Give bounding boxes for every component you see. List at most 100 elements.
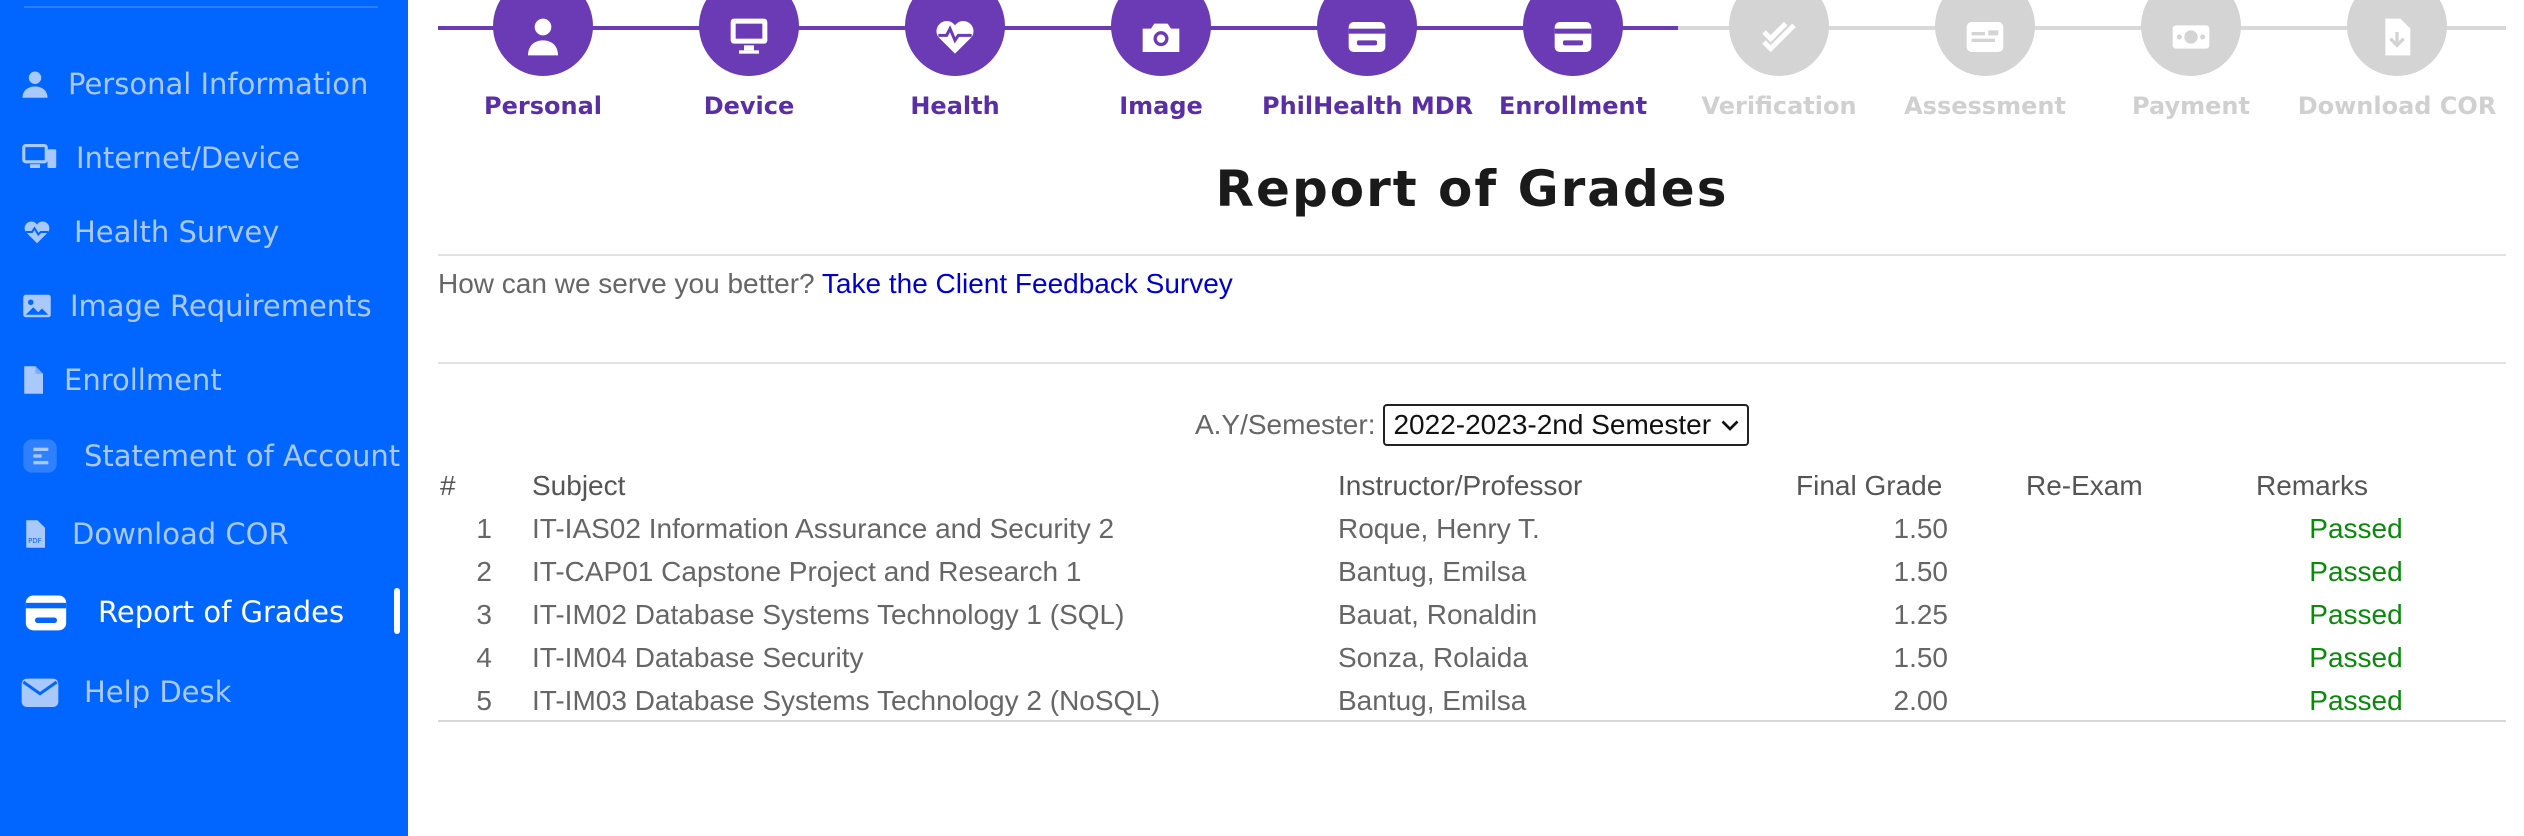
card-icon <box>1317 0 1417 76</box>
step-label: Image <box>1119 92 1203 120</box>
sidebar-divider <box>24 6 378 8</box>
sidebar-item-label: Health Survey <box>74 215 280 249</box>
table-row: 3 IT-IM02 Database Systems Technology 1 … <box>438 593 2506 636</box>
survey-question: How can we serve you better? <box>438 268 815 299</box>
table-bottom-border <box>438 720 2506 722</box>
row-final-grade: 1.50 <box>1893 513 1949 544</box>
file-icon <box>18 365 48 395</box>
row-remarks: Passed <box>2309 556 2403 587</box>
sidebar-item-label: Enrollment <box>64 363 222 397</box>
row-subject: IT-CAP01 Capstone Project and Research 1 <box>532 556 1082 587</box>
sidebar-item-report-of-grades[interactable]: Report of Grades <box>0 584 408 640</box>
sidebar-item-label: Statement of Account <box>84 439 401 473</box>
monitor-icon <box>699 0 799 76</box>
step-label: Personal <box>484 92 602 120</box>
device-icon <box>22 143 58 173</box>
card-icon <box>1523 0 1623 76</box>
sidebar-item-download-cor[interactable]: PDF Download COR <box>0 506 408 562</box>
sidebar-item-health-survey[interactable]: Health Survey <box>0 204 408 260</box>
semester-filter: A.Y/Semester: 2022-2023-2nd Semester <box>438 404 2506 446</box>
sidebar: Personal Information Internet/Device Hea… <box>0 0 408 836</box>
heartbeat-icon <box>905 0 1005 76</box>
divider <box>438 362 2506 364</box>
row-num: 3 <box>476 599 492 630</box>
row-instructor: Bantug, Emilsa <box>1338 556 1527 587</box>
person-icon <box>493 0 593 76</box>
semester-select[interactable]: 2022-2023-2nd Semester <box>1383 404 1750 446</box>
table-row: 5 IT-IM03 Database Systems Technology 2 … <box>438 679 2506 722</box>
person-icon <box>20 69 50 99</box>
row-subject: IT-IM04 Database Security <box>532 642 864 673</box>
row-remarks: Passed <box>2309 513 2403 544</box>
row-instructor: Bantug, Emilsa <box>1338 685 1527 716</box>
sidebar-item-image-requirements[interactable]: Image Requirements <box>0 278 408 334</box>
row-num: 1 <box>476 513 492 544</box>
sidebar-item-label: Image Requirements <box>70 289 372 323</box>
row-instructor: Sonza, Rolaida <box>1338 642 1528 673</box>
table-row: 1 IT-IAS02 Information Assurance and Sec… <box>438 507 2506 550</box>
header-subject: Subject <box>532 470 626 501</box>
camera-icon <box>1111 0 1211 76</box>
semester-select-value: 2022-2023-2nd Semester <box>1393 409 1712 440</box>
row-final-grade: 2.00 <box>1893 685 1949 716</box>
step-label: Device <box>703 92 795 120</box>
step-label: Enrollment <box>1498 92 1648 120</box>
row-final-grade: 1.50 <box>1893 556 1949 587</box>
grades-table: # Subject Instructor/Professor Final Gra… <box>438 464 2506 722</box>
svg-text:PDF: PDF <box>28 537 41 545</box>
envelope-icon <box>20 672 60 712</box>
step-label: PhilHealth MDR <box>1262 92 1474 120</box>
table-row: 2 IT-CAP01 Capstone Project and Research… <box>438 550 2506 593</box>
row-num: 4 <box>476 642 492 673</box>
row-remarks: Passed <box>2309 642 2403 673</box>
divider <box>438 254 2506 256</box>
row-final-grade: 1.25 <box>1893 599 1949 630</box>
sidebar-item-help-desk[interactable]: Help Desk <box>0 664 408 720</box>
progress-stepper: Personal Device Health Image PhilHealth … <box>438 0 2506 140</box>
row-subject: IT-IM03 Database Systems Technology 2 (N… <box>532 685 1161 716</box>
sidebar-item-label: Help Desk <box>84 675 232 709</box>
table-header-row: # Subject Instructor/Professor Final Gra… <box>438 464 2506 507</box>
page-title: Report of Grades <box>1215 160 1729 218</box>
list-icon <box>20 436 60 476</box>
header-final-grade: Final Grade <box>1796 470 1943 501</box>
row-final-grade: 1.50 <box>1893 642 1949 673</box>
row-subject: IT-IM02 Database Systems Technology 1 (S… <box>532 599 1125 630</box>
row-num: 2 <box>476 556 492 587</box>
check-double-icon <box>1729 0 1829 76</box>
table-row: 4 IT-IM04 Database Security Sonza, Rolai… <box>438 636 2506 679</box>
sidebar-item-enrollment[interactable]: Enrollment <box>0 352 408 408</box>
heart-icon <box>22 217 52 247</box>
row-subject: IT-IAS02 Information Assurance and Secur… <box>532 513 1115 544</box>
step-label: Assessment <box>1904 92 2066 120</box>
sidebar-item-internet-device[interactable]: Internet/Device <box>0 130 408 186</box>
row-num: 5 <box>476 685 492 716</box>
survey-prompt: How can we serve you better? Take the Cl… <box>438 268 1233 300</box>
header-remarks: Remarks <box>2256 470 2369 501</box>
sidebar-item-label: Report of Grades <box>98 595 345 629</box>
row-instructor: Roque, Henry T. <box>1338 513 1540 544</box>
feedback-survey-link[interactable]: Take the Client Feedback Survey <box>822 268 1233 299</box>
sidebar-item-statement-of-account[interactable]: Statement of Account <box>0 428 408 484</box>
wallet-icon <box>24 590 68 634</box>
row-remarks: Passed <box>2309 599 2403 630</box>
header-instructor: Instructor/Professor <box>1338 470 1583 501</box>
header-re-exam: Re-Exam <box>2026 470 2143 501</box>
file-download-icon <box>2347 0 2447 76</box>
sidebar-item-label: Internet/Device <box>76 141 301 175</box>
id-card-icon <box>1935 0 2035 76</box>
sidebar-item-personal-information[interactable]: Personal Information <box>0 56 408 112</box>
sidebar-item-label: Personal Information <box>68 67 369 101</box>
sidebar-item-label: Download COR <box>72 517 289 551</box>
header-num: # <box>440 470 456 501</box>
active-indicator <box>394 588 400 634</box>
semester-label: A.Y/Semester: <box>1194 409 1376 440</box>
stepper-line-done <box>438 26 1678 30</box>
step-label: Download COR <box>2297 92 2497 120</box>
image-icon <box>22 291 52 321</box>
step-label: Verification <box>1701 92 1857 120</box>
row-remarks: Passed <box>2309 685 2403 716</box>
row-instructor: Bauat, Ronaldin <box>1338 599 1538 630</box>
step-label: Health <box>910 92 1000 120</box>
step-label: Payment <box>2132 92 2250 120</box>
